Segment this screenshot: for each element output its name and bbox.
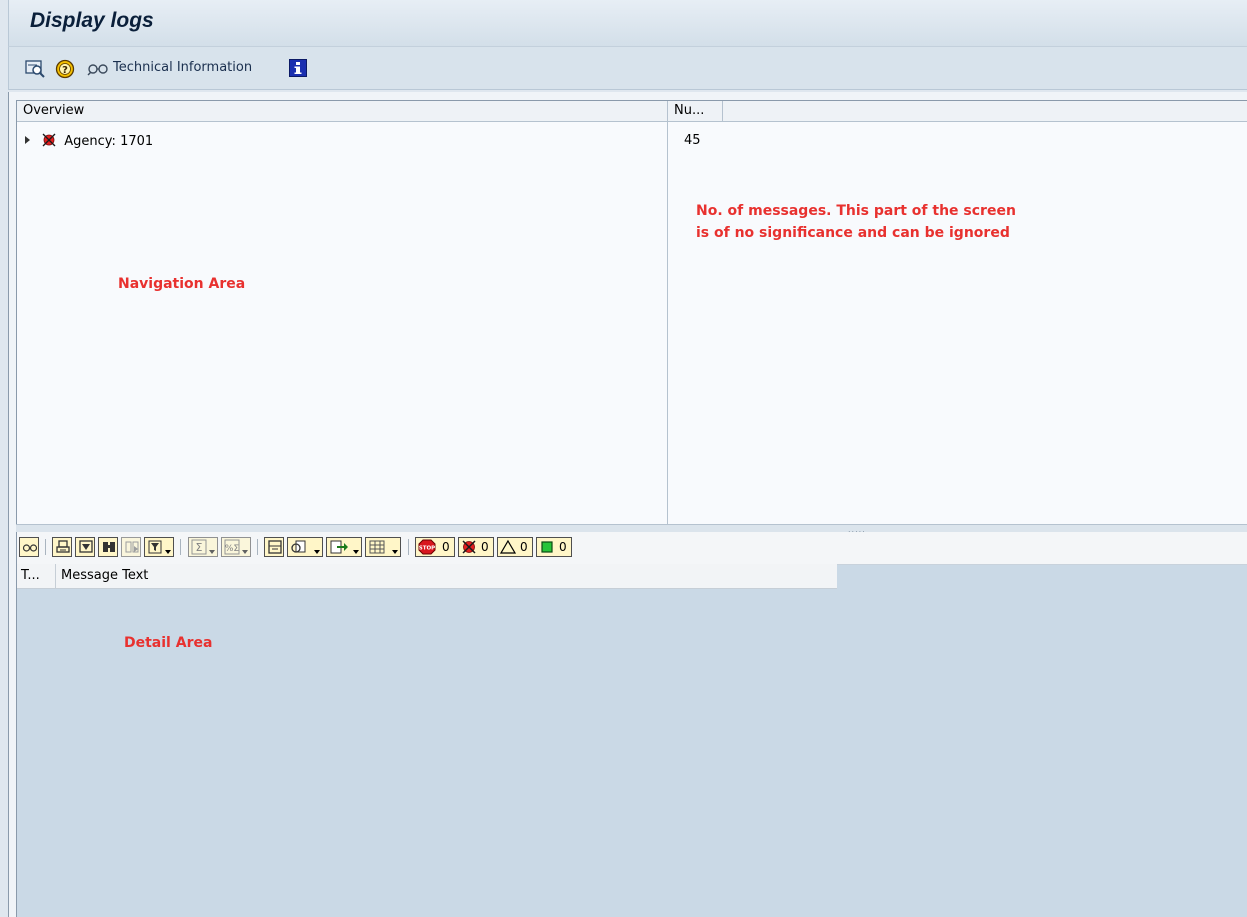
help-icon[interactable]: ?: [55, 59, 75, 79]
alv-toolbar: Σ %Σ STOP 0 0 0 0: [17, 532, 1247, 565]
error-status-icon: [42, 133, 56, 151]
dropdown-arrow-icon: [353, 550, 359, 554]
find-next-button[interactable]: [121, 537, 141, 557]
column-header-message-text[interactable]: Message Text: [61, 564, 148, 588]
binoculars-icon: [103, 542, 115, 552]
column-header-type[interactable]: T...: [17, 564, 56, 588]
svg-text:%Σ: %Σ: [225, 544, 240, 554]
subtotal-icon: %Σ: [224, 539, 240, 555]
message-table-header: T... Message Text: [17, 564, 837, 589]
detail-area-annotation: Detail Area: [124, 635, 213, 651]
export-icon: [330, 540, 348, 554]
navigation-area: Overview Nu... Agency: 1701 45 No. of me…: [16, 100, 1247, 526]
overview-label: Overview: [23, 103, 85, 118]
total-button[interactable]: Σ: [188, 537, 218, 557]
find-button[interactable]: [98, 537, 118, 557]
success-icon: [541, 541, 553, 553]
dropdown-arrow-icon: [314, 550, 320, 554]
warning-count: 0: [520, 540, 528, 554]
views-button[interactable]: [287, 537, 323, 557]
tree-node-label: Agency: 1701: [64, 134, 154, 149]
export-button[interactable]: [326, 537, 362, 557]
technical-info-button[interactable]: [19, 537, 39, 557]
tree-node-agency[interactable]: Agency: 1701: [25, 133, 153, 151]
glasses-icon: [22, 544, 38, 552]
find-icon[interactable]: [25, 59, 45, 78]
filter-display-button[interactable]: [75, 537, 95, 557]
sort-icon: [79, 540, 93, 553]
success-messages-filter[interactable]: 0: [536, 537, 572, 557]
expand-triangle-icon[interactable]: [25, 136, 30, 144]
stop-messages-filter[interactable]: STOP 0: [415, 537, 455, 557]
subtotal-button[interactable]: %Σ: [221, 537, 251, 557]
toolbar-separator: [180, 539, 181, 555]
svg-text:STOP: STOP: [419, 546, 435, 552]
filter-button[interactable]: [144, 537, 174, 557]
column-header-filler: [723, 101, 1247, 122]
warning-messages-filter[interactable]: 0: [497, 537, 533, 557]
column-header-count[interactable]: Nu...: [668, 101, 723, 122]
navigation-area-annotation: Navigation Area: [118, 276, 246, 292]
dropdown-arrow-icon: [242, 550, 248, 554]
print-preview-button[interactable]: [264, 537, 284, 557]
svg-text:Σ: Σ: [196, 541, 203, 554]
technical-information-button[interactable]: Technical Information: [113, 60, 252, 75]
svg-text:?: ?: [62, 65, 68, 76]
stop-count: 0: [442, 540, 450, 554]
success-count: 0: [559, 540, 567, 554]
count-annotation-line2: is of no significance and can be ignored: [696, 225, 1010, 241]
views-icon: [291, 540, 306, 553]
dropdown-arrow-icon: [209, 550, 215, 554]
page-title: Display logs: [30, 9, 154, 32]
count-annotation-line1: No. of messages. This part of the screen: [696, 203, 1016, 219]
toolbar-separator: [408, 539, 409, 555]
filter-icon: [148, 540, 162, 554]
dropdown-arrow-icon: [392, 550, 398, 554]
toolbar-separator: [45, 539, 46, 555]
binoculars-next-icon: [125, 541, 139, 553]
detail-icon: [56, 540, 70, 553]
column-header-overview[interactable]: Overview: [17, 101, 668, 122]
warning-icon: [500, 539, 516, 554]
error-icon: [462, 540, 476, 554]
application-toolbar: ? Technical Information: [8, 47, 1247, 90]
stop-icon: STOP: [418, 539, 436, 555]
layout-button[interactable]: [365, 537, 401, 557]
dropdown-arrow-icon: [165, 550, 171, 554]
technical-information-icon[interactable]: [87, 59, 108, 77]
tree-node-count: 45: [684, 133, 701, 148]
main-container: Overview Nu... Agency: 1701 45 No. of me…: [8, 92, 1247, 917]
count-column-label: Nu...: [674, 103, 705, 118]
print-preview-icon: [268, 540, 282, 554]
title-bar: Display logs: [8, 0, 1247, 47]
information-icon[interactable]: [289, 59, 307, 77]
toolbar-separator: [257, 539, 258, 555]
error-messages-filter[interactable]: 0: [458, 537, 494, 557]
sigma-icon: Σ: [191, 539, 207, 555]
column-divider: [667, 121, 668, 525]
detail-area: Σ %Σ STOP 0 0 0 0 T... Message Text Deta…: [16, 532, 1247, 917]
error-count: 0: [481, 540, 489, 554]
layout-icon: [369, 540, 385, 554]
detail-button[interactable]: [52, 537, 72, 557]
